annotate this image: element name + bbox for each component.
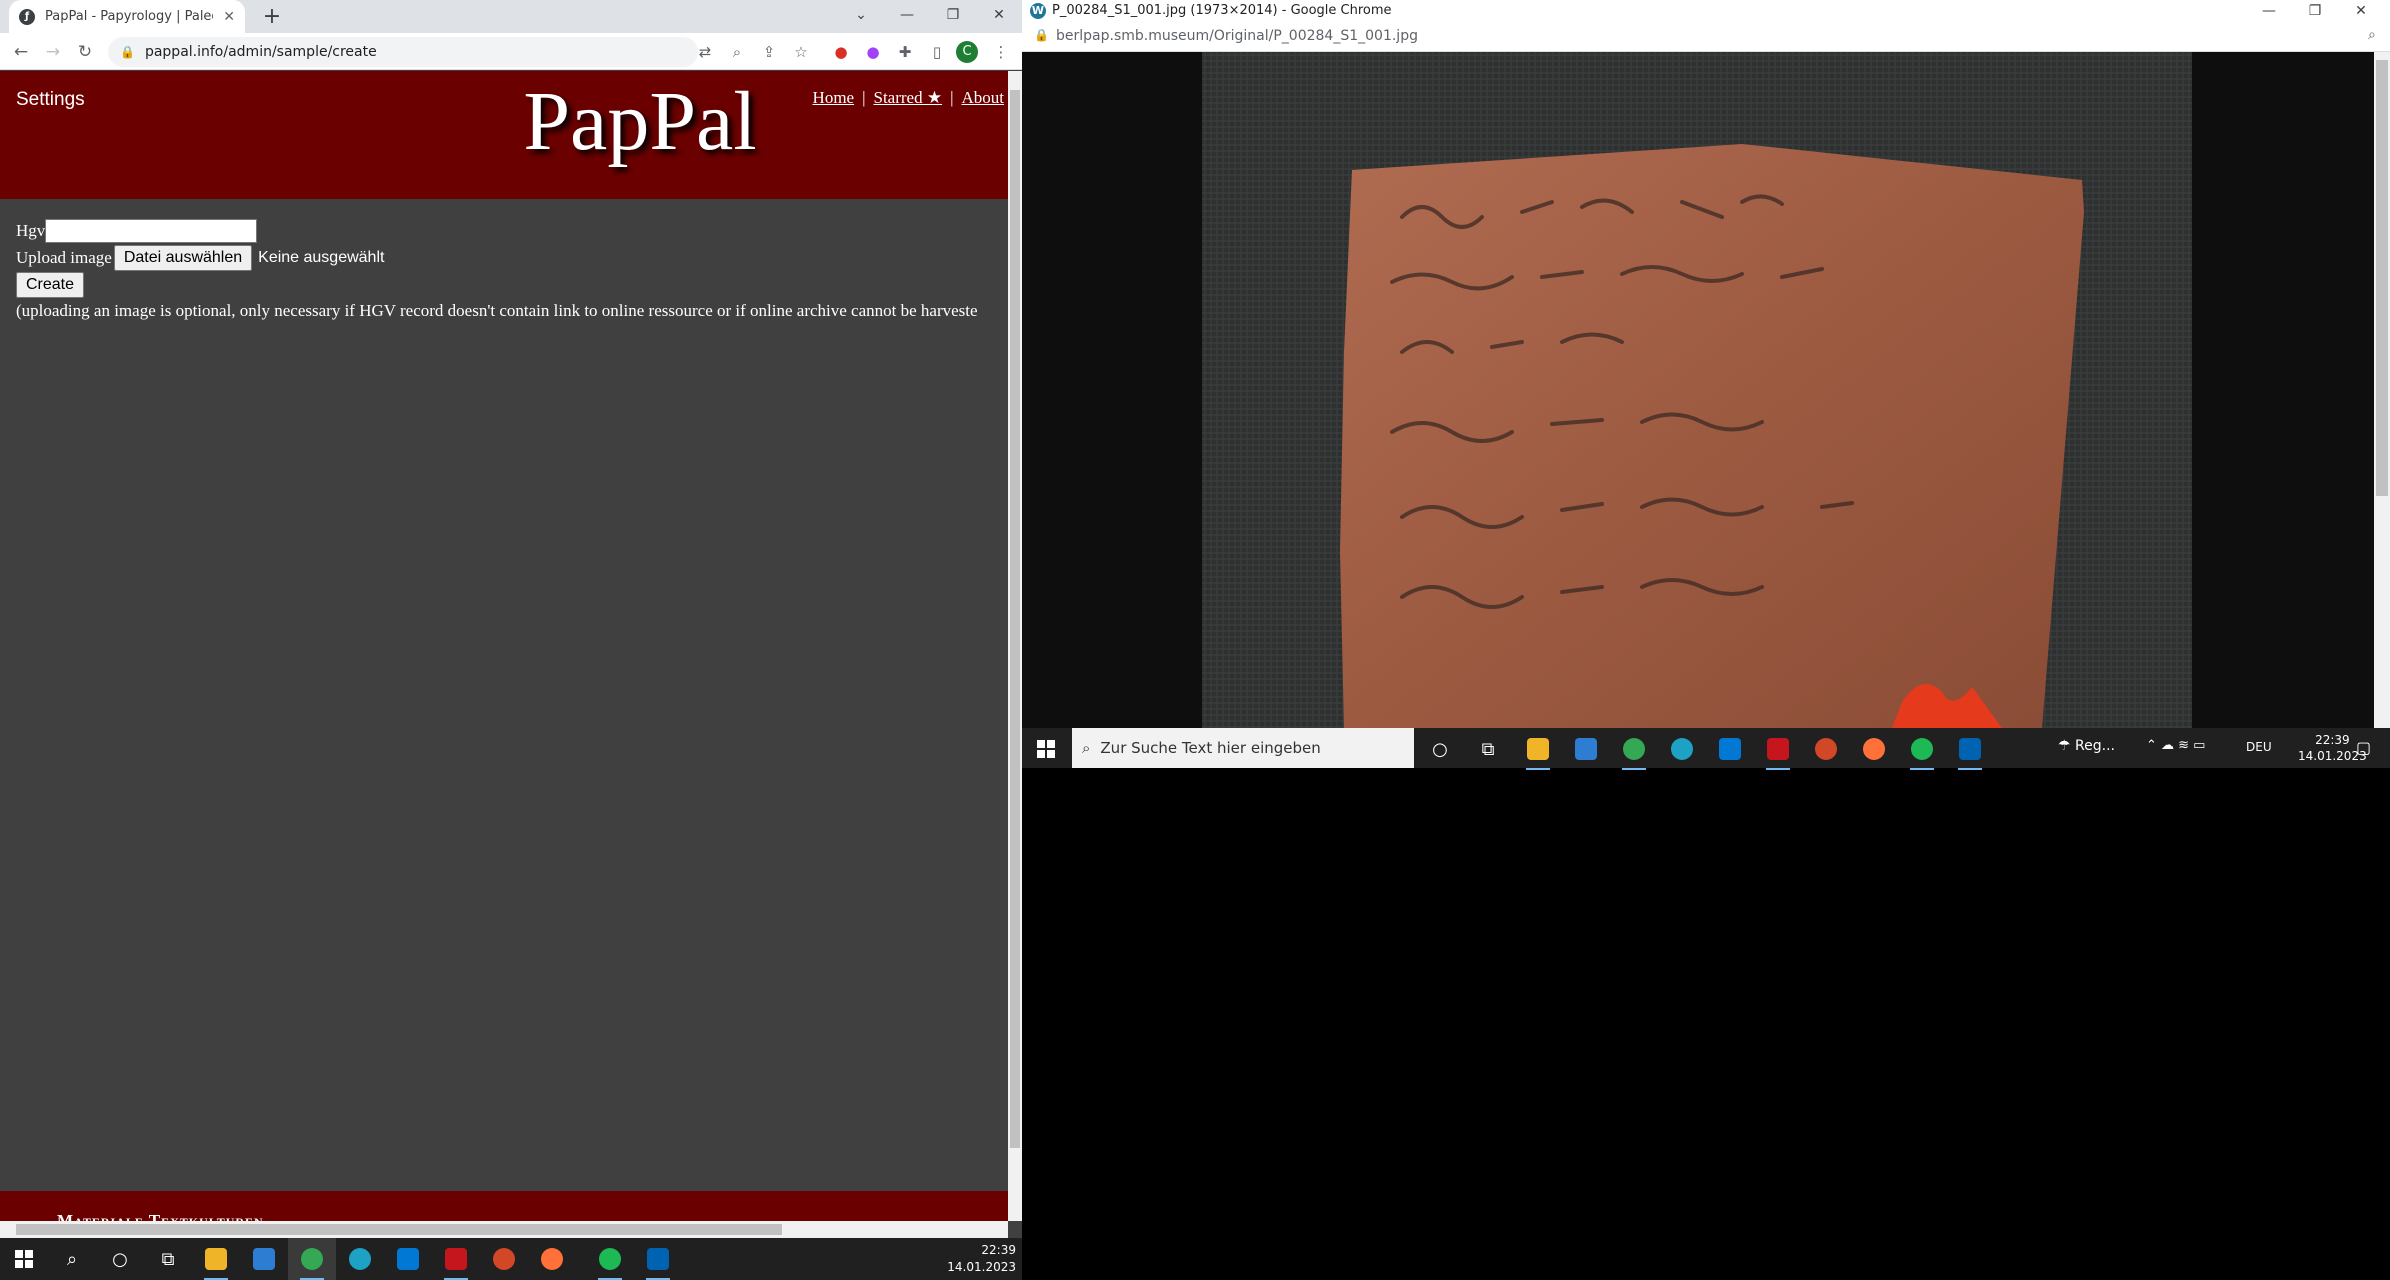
tab-title: PapPal - Papyrology | Paleograph (45, 9, 213, 24)
extension-purple-icon[interactable]: ● (860, 39, 886, 65)
store-icon[interactable] (240, 1238, 288, 1280)
forward-icon[interactable]: → (40, 39, 66, 65)
lock-icon: 🔒 (1034, 28, 1049, 42)
choose-file-button[interactable]: Datei auswählen (113, 244, 253, 271)
close-window-icon[interactable]: ✕ (976, 0, 1022, 30)
firefox-icon[interactable] (528, 1238, 576, 1280)
search-icon[interactable]: ⌕ (48, 1238, 96, 1280)
wordpress-favicon-icon: W (1030, 3, 1046, 19)
address-bar[interactable]: 🔒 pappal.info/admin/sample/create (108, 37, 698, 67)
chrome-icon[interactable] (1610, 728, 1658, 770)
right-window-titlebar: W P_00284_S1_001.jpg (1973×2014) - Googl… (1022, 0, 2390, 22)
right-window-controls: — ❐ ✕ (2246, 0, 2384, 22)
notification-icon[interactable]: ▢ (2356, 738, 2371, 757)
lock-icon: 🔒 (120, 45, 135, 59)
right-taskbar: ⌕ Zur Suche Text hier eingeben ○ ⧉ ☂ Reg… (1022, 728, 2390, 770)
edge-icon[interactable] (336, 1238, 384, 1280)
pappal-page: Settings PapPal Home | Starred ★ | About Hgv… (0, 71, 1008, 1221)
tab-pappal[interactable]: ƒ PapPal - Papyrology | Paleograph ✕ (9, 0, 245, 33)
restore-icon[interactable]: ❐ (930, 0, 976, 30)
file-explorer-icon[interactable] (192, 1238, 240, 1280)
pappal-footer: Materiale Textkulturen (0, 1191, 1008, 1221)
chrome-icon[interactable] (288, 1238, 336, 1280)
share-icon[interactable]: ⇪ (756, 39, 782, 65)
right-window-address-bar[interactable]: 🔒 berlpap.smb.museum/Original/P_00284_S1… (1022, 22, 2390, 52)
horizontal-scrollbar-thumb[interactable] (16, 1224, 782, 1235)
url-text: pappal.info/admin/sample/create (144, 44, 377, 60)
close-window-icon[interactable]: ✕ (2338, 0, 2384, 22)
spotify-icon[interactable] (1898, 728, 1946, 770)
windows-start-icon[interactable] (0, 1238, 48, 1280)
papyrus-image[interactable] (1022, 52, 2374, 728)
nav-home[interactable]: Home (813, 88, 855, 107)
file-explorer-icon[interactable] (1514, 728, 1562, 770)
hgv-label: Hgv (16, 220, 46, 240)
upload-note: (uploading an image is optional, only ne… (16, 301, 978, 320)
right-vertical-scrollbar-thumb[interactable] (2376, 60, 2388, 496)
new-tab-button[interactable]: + (258, 4, 286, 30)
pappal-header: Settings PapPal Home | Starred ★ | About (0, 71, 1008, 199)
bookmark-star-icon[interactable]: ☆ (788, 39, 814, 65)
menu-kebab-icon[interactable]: ⋮ (988, 39, 1014, 65)
minimize-icon[interactable]: — (884, 0, 930, 30)
vertical-scrollbar-thumb[interactable] (1010, 90, 1020, 1148)
side-panel-icon[interactable]: ▯ (924, 39, 950, 65)
search-icon: ⌕ (1082, 739, 1091, 757)
cortana-icon[interactable]: ○ (96, 1238, 144, 1280)
nav-about[interactable]: About (962, 88, 1005, 107)
nav-starred[interactable]: Starred ★ (874, 88, 943, 107)
firefox-icon[interactable] (1850, 728, 1898, 770)
tab-close-icon[interactable]: ✕ (223, 9, 235, 25)
acrobat-icon[interactable] (432, 1238, 480, 1280)
mail-icon[interactable] (384, 1238, 432, 1280)
acrobat-icon[interactable] (1754, 728, 1802, 770)
browser-toolbar: ← → ↻ 🔒 pappal.info/admin/sample/create … (0, 33, 1022, 70)
photos-icon[interactable] (634, 1238, 682, 1280)
extensions-puzzle-icon[interactable]: ✚ (892, 39, 918, 65)
back-icon[interactable]: ← (8, 39, 34, 65)
translate-icon[interactable]: ⇄ (692, 39, 718, 65)
top-nav: Home | Starred ★ | About (812, 88, 1005, 107)
create-button[interactable]: Create (16, 271, 85, 298)
powerpoint-icon[interactable] (1802, 728, 1850, 770)
system-clock[interactable]: 22:39 14.01.2023 (947, 1242, 1022, 1276)
tab-strip: ƒ PapPal - Papyrology | Paleograph ✕ + ⌄… (0, 0, 1022, 33)
store-icon[interactable] (1562, 728, 1610, 770)
tab-search-chevron-icon[interactable]: ⌄ (838, 0, 884, 30)
zoom-icon[interactable]: ⌕ (724, 39, 750, 65)
powerpoint-icon[interactable] (480, 1238, 528, 1280)
zoom-icon[interactable]: ⌕ (2368, 27, 2376, 43)
windows-start-icon[interactable] (1022, 728, 1070, 770)
pappal-favicon-icon: ƒ (19, 8, 35, 25)
right-window-title: P_00284_S1_001.jpg (1973×2014) - Google … (1052, 3, 1392, 18)
file-status: Keine ausgewählt (258, 248, 385, 266)
profile-avatar[interactable]: C (956, 41, 978, 63)
restore-icon[interactable]: ❐ (2292, 0, 2338, 22)
reload-icon[interactable]: ↻ (72, 39, 98, 65)
edge-icon[interactable] (1658, 728, 1706, 770)
taskbar: ⌕ ○ ⧉ 22:39 14.01.2023 (0, 1238, 1022, 1280)
spotify-icon[interactable] (586, 1238, 634, 1280)
task-view-icon[interactable]: ⧉ (1464, 728, 1512, 770)
left-browser-window: ƒ PapPal - Papyrology | Paleograph ✕ + ⌄… (0, 0, 1022, 1238)
hgv-input[interactable] (45, 218, 258, 243)
task-view-icon[interactable]: ⧉ (144, 1238, 192, 1280)
image-viewer (1022, 52, 2374, 728)
url-text: berlpap.smb.museum/Original/P_00284_S1_0… (1056, 28, 1418, 44)
tray-icons[interactable]: ⌃ ☁ ≋ ▭ (2146, 738, 2205, 753)
window-controls: ⌄ — ❐ ✕ (838, 0, 1022, 30)
mail-icon[interactable] (1706, 728, 1754, 770)
create-sample-form: Hgv Upload image Datei auswählen Keine a… (16, 217, 978, 321)
upload-image-label: Upload image (16, 247, 112, 267)
search-placeholder: Zur Suche Text hier eingeben (1100, 739, 1321, 757)
input-language[interactable]: DEU (2246, 740, 2272, 754)
footer-text: Materiale Textkulturen (57, 1211, 264, 1221)
photos-icon[interactable] (1946, 728, 1994, 770)
extension-red-icon[interactable]: ● (828, 39, 854, 65)
taskbar-search-box[interactable]: ⌕ Zur Suche Text hier eingeben (1072, 728, 1414, 768)
weather-widget[interactable]: ☂ Reg... (2058, 738, 2115, 754)
cortana-icon[interactable]: ○ (1416, 728, 1464, 770)
minimize-icon[interactable]: — (2246, 0, 2292, 22)
